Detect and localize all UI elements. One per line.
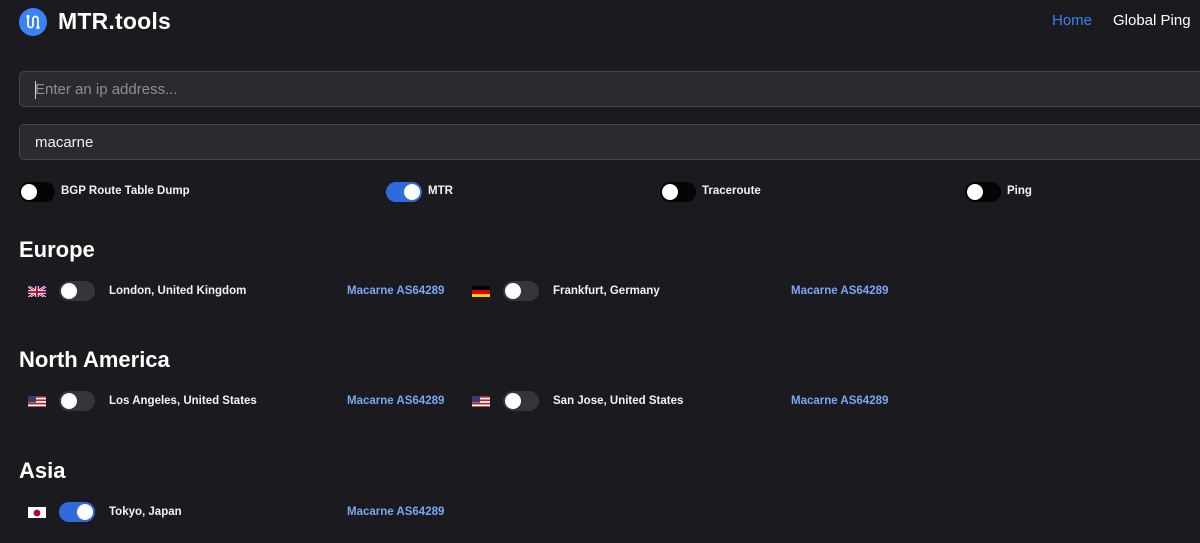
region-title-asia: Asia <box>19 458 66 483</box>
toggle-knob <box>61 283 77 299</box>
brand-title[interactable]: MTR.tools <box>58 8 171 35</box>
toggle-knob <box>61 393 77 409</box>
region-title-europe: Europe <box>19 237 95 262</box>
ping-toggle[interactable] <box>965 182 1001 202</box>
location-toggle-los-angeles[interactable] <box>59 391 95 411</box>
location-name: San Jose, United States <box>553 395 684 407</box>
location-name: Tokyo, Japan <box>109 506 182 518</box>
provider-link[interactable]: Macarne AS64289 <box>791 285 888 297</box>
toggle-knob <box>404 184 420 200</box>
location-name: Frankfurt, Germany <box>553 285 660 297</box>
toggle-knob <box>662 184 678 200</box>
location-toggle-tokyo[interactable] <box>59 502 95 522</box>
toggle-knob <box>77 504 93 520</box>
germany-flag-icon <box>472 285 490 297</box>
provider-link[interactable]: Macarne AS64289 <box>791 395 888 407</box>
japan-flag-icon <box>28 506 46 518</box>
toggle-knob <box>505 393 521 409</box>
location-name: Los Angeles, United States <box>109 395 257 407</box>
mtr-label: MTR <box>428 185 453 197</box>
us-flag-icon <box>472 395 490 407</box>
text-cursor <box>35 81 36 99</box>
location-toggle-san-jose[interactable] <box>503 391 539 411</box>
toggle-knob <box>21 184 37 200</box>
location-toggle-london[interactable] <box>59 281 95 301</box>
traceroute-toggle[interactable] <box>660 182 696 202</box>
nav-global-ping-link[interactable]: Global Ping <box>1113 12 1191 29</box>
mtr-toggle[interactable] <box>386 182 422 202</box>
bgp-label: BGP Route Table Dump <box>61 185 190 197</box>
provider-select[interactable]: macarne <box>19 124 1200 160</box>
uk-flag-icon <box>28 285 46 297</box>
location-toggle-frankfurt[interactable] <box>503 281 539 301</box>
bgp-toggle[interactable] <box>19 182 55 202</box>
nav-home-link[interactable]: Home <box>1052 12 1092 29</box>
provider-link[interactable]: Macarne AS64289 <box>347 395 444 407</box>
provider-link[interactable]: Macarne AS64289 <box>347 506 444 518</box>
toggle-knob <box>967 184 983 200</box>
traceroute-label: Traceroute <box>702 185 761 197</box>
ip-address-input[interactable] <box>19 71 1200 107</box>
toggle-knob <box>505 283 521 299</box>
us-flag-icon <box>28 395 46 407</box>
mtr-logo-icon[interactable] <box>19 8 47 36</box>
region-title-north-america: North America <box>19 347 170 372</box>
ping-label: Ping <box>1007 185 1032 197</box>
provider-link[interactable]: Macarne AS64289 <box>347 285 444 297</box>
location-name: London, United Kingdom <box>109 285 247 297</box>
provider-select-value: macarne <box>35 133 94 151</box>
header: MTR.tools Home Global Ping <box>0 0 1200 44</box>
